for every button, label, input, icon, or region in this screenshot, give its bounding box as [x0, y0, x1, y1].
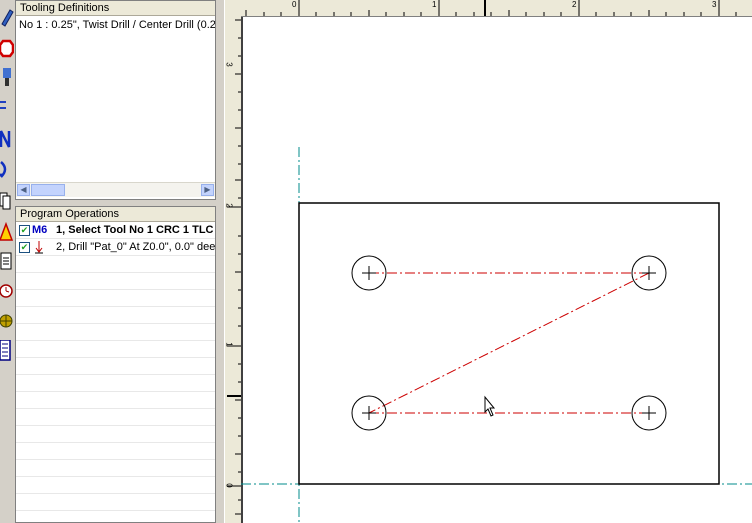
- drill-icon: [33, 240, 45, 260]
- copy-icon[interactable]: [0, 190, 14, 212]
- warning-icon[interactable]: [0, 220, 14, 242]
- toolpath-line: [368, 272, 650, 414]
- hole-cross: [642, 406, 656, 420]
- horizontal-ruler: 0 1 2 3: [241, 0, 752, 17]
- operation-label[interactable]: 2, Drill "Pat_0" At Z0.0", 0.0" dee: [56, 239, 215, 256]
- stop-icon[interactable]: [0, 38, 14, 60]
- drawing-canvas[interactable]: [241, 17, 752, 523]
- scroll-thumb[interactable]: [31, 184, 65, 196]
- horizontal-scrollbar[interactable]: ◀ ▶: [16, 182, 215, 197]
- document-icon[interactable]: [0, 250, 14, 272]
- operation-checkbox[interactable]: ✔: [19, 242, 30, 253]
- hruler-label: 3: [712, 0, 717, 9]
- hole-cross: [362, 266, 376, 280]
- vruler-label: 2: [224, 203, 234, 208]
- arrow-icon[interactable]: [0, 96, 14, 118]
- tooling-list[interactable]: No 1 : 0.25", Twist Drill / Center Drill…: [16, 16, 215, 182]
- operations-list: ✔ M6 1, Select Tool No 1 CRC 1 TLC ✔ 2, …: [16, 222, 215, 522]
- tooling-definitions-header: Tooling Definitions: [16, 1, 215, 16]
- program-operations-header: Program Operations: [16, 207, 215, 222]
- operation-row-select-tool[interactable]: ✔ M6 1, Select Tool No 1 CRC 1 TLC: [16, 222, 215, 239]
- m6-tag: M6: [32, 224, 48, 236]
- list-icon[interactable]: [0, 340, 14, 362]
- vruler-label: 3: [224, 62, 234, 67]
- drawing-svg: [241, 147, 752, 523]
- hole-cross: [642, 266, 656, 280]
- globe-icon[interactable]: [0, 310, 14, 332]
- panel-splitter[interactable]: [216, 0, 224, 523]
- clock-icon[interactable]: [0, 280, 14, 302]
- scroll-left-icon[interactable]: ◀: [17, 184, 30, 196]
- probe-icon[interactable]: [0, 66, 14, 88]
- n-icon[interactable]: [0, 128, 14, 150]
- vertical-ruler: 3 2 1 0: [224, 0, 241, 523]
- icon-toolbar: [0, 0, 14, 523]
- tool-item[interactable]: No 1 : 0.25", Twist Drill / Center Drill…: [16, 16, 215, 34]
- arc-icon[interactable]: [0, 158, 14, 180]
- hole-cross: [362, 406, 376, 420]
- vruler-label: 1: [224, 342, 234, 347]
- operation-label[interactable]: 1, Select Tool No 1 CRC 1 TLC: [56, 222, 214, 239]
- operation-checkbox[interactable]: ✔: [19, 225, 30, 236]
- vruler-label: 0: [224, 483, 234, 488]
- program-operations-panel: Program Operations ✔ M6 1, Select Tool N…: [15, 206, 216, 523]
- pencil-icon[interactable]: [0, 6, 14, 28]
- scroll-right-icon[interactable]: ▶: [201, 184, 214, 196]
- stock-outline: [298, 202, 720, 485]
- hruler-label: 1: [432, 0, 437, 9]
- operation-row-drill[interactable]: ✔ 2, Drill "Pat_0" At Z0.0", 0.0" dee: [16, 239, 215, 256]
- tooling-definitions-panel: Tooling Definitions No 1 : 0.25", Twist …: [15, 0, 216, 200]
- hruler-label: 2: [572, 0, 577, 9]
- hruler-label: 0: [292, 0, 297, 9]
